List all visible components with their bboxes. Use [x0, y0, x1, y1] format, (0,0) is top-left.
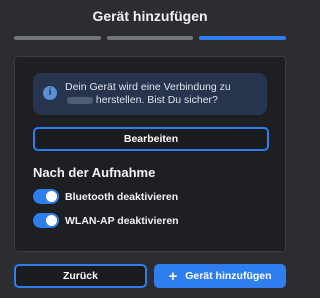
progress-step-2 [106, 36, 194, 40]
plus-icon: + [168, 267, 178, 285]
info-banner: i Dein Gerät wird eine Verbindung zu her… [33, 73, 267, 115]
bluetooth-toggle[interactable] [33, 189, 59, 204]
redacted-device-name [67, 96, 93, 104]
info-icon: i [43, 86, 57, 100]
info-text-after: herstellen. Bist Du sicher? [95, 94, 218, 106]
back-button[interactable]: Zurück [14, 264, 147, 288]
edit-button[interactable]: Bearbeiten [33, 127, 269, 151]
content-panel: i Dein Gerät wird eine Verbindung zu her… [14, 56, 286, 252]
section-title: Nach der Aufnahme [33, 165, 156, 180]
info-text: Dein Gerät wird eine Verbindung zu herst… [65, 81, 261, 107]
progress-step-3 [199, 36, 287, 40]
wlan-ap-toggle[interactable] [33, 213, 59, 228]
wlan-ap-toggle-label: WLAN-AP deaktivieren [65, 214, 179, 227]
toggle-row-wlan-ap: WLAN-AP deaktivieren [33, 213, 179, 228]
toggle-knob [46, 215, 57, 226]
add-device-button-label: Gerät hinzufügen [185, 270, 272, 282]
progress-steps [14, 36, 287, 40]
bluetooth-toggle-label: Bluetooth deaktivieren [65, 190, 179, 203]
add-device-button[interactable]: + Gerät hinzufügen [154, 264, 286, 288]
info-text-before: Dein Gerät wird eine Verbindung zu [65, 81, 231, 93]
progress-step-1 [14, 36, 101, 40]
toggle-row-bluetooth: Bluetooth deaktivieren [33, 189, 178, 204]
dialog-title: Gerät hinzufügen [92, 8, 208, 24]
toggle-knob [46, 191, 57, 202]
